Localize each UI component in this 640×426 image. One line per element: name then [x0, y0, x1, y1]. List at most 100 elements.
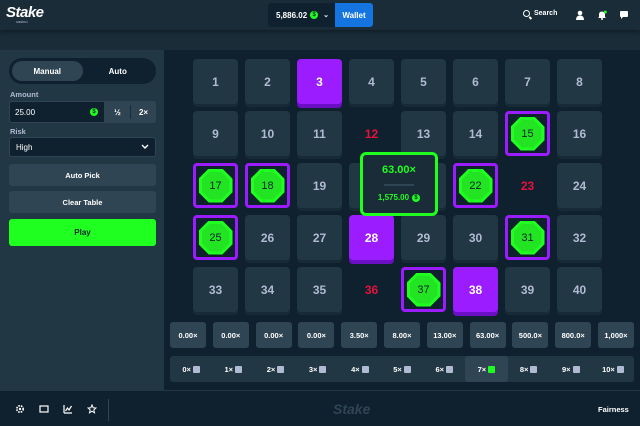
tile-36[interactable]: 36 — [349, 267, 394, 312]
hit-count-cell: 5× — [381, 356, 423, 382]
payout-amount: 1,575.00 — [377, 193, 410, 202]
tile-19[interactable]: 19 — [297, 163, 342, 208]
payout-cell: 500.0× — [512, 322, 549, 348]
search-button[interactable]: Search — [523, 10, 557, 17]
payout-cell: 0.00× — [212, 322, 249, 348]
tile-39[interactable]: 39 — [505, 267, 550, 312]
tile-number: 39 — [520, 282, 535, 297]
tile-38[interactable]: 38 — [453, 267, 498, 312]
tile-number: 10 — [260, 126, 275, 141]
tile-40[interactable]: 40 — [557, 267, 602, 312]
tile-11[interactable]: 11 — [297, 111, 342, 156]
amount-field[interactable]: $ — [9, 101, 105, 123]
tile-1[interactable]: 1 — [193, 59, 238, 104]
tile-7[interactable]: 7 — [505, 59, 550, 104]
tile-25[interactable]: 25 — [193, 215, 238, 260]
tile-number: 17 — [209, 179, 222, 192]
bet-controls-panel: Manual Auto Amount $ ½ 2× Risk High Auto… — [0, 50, 164, 390]
tile-number: 38 — [468, 282, 483, 297]
tile-28[interactable]: 28 — [349, 215, 394, 260]
tile-number: 2 — [264, 74, 271, 89]
risk-select[interactable]: High — [9, 137, 156, 157]
tile-number: 19 — [312, 178, 327, 193]
tile-35[interactable]: 35 — [297, 267, 342, 312]
footer-bar: Stake Fairness — [0, 390, 640, 426]
tile-26[interactable]: 26 — [245, 215, 290, 260]
tile-17[interactable]: 17 — [193, 163, 238, 208]
tile-8[interactable]: 8 — [557, 59, 602, 104]
tile-9[interactable]: 9 — [193, 111, 238, 156]
tab-auto[interactable]: Auto — [83, 61, 154, 81]
tile-15[interactable]: 15 — [505, 111, 550, 156]
hit-count-cell: 2× — [254, 356, 296, 382]
hit-count-cell: 0× — [170, 356, 212, 382]
tile-18[interactable]: 18 — [245, 163, 290, 208]
tile-33[interactable]: 33 — [193, 267, 238, 312]
tile-number: 4 — [368, 74, 375, 89]
footer-logo: Stake — [333, 401, 371, 417]
hit-count-label: 8× — [519, 364, 529, 374]
tile-23[interactable]: 23 — [505, 163, 550, 208]
tile-27[interactable]: 27 — [297, 215, 342, 260]
tab-manual[interactable]: Manual — [12, 61, 83, 81]
payout-cell: 800.0× — [555, 322, 592, 348]
hit-count-label: 9× — [562, 364, 571, 374]
gem-icon: 18 — [250, 168, 285, 203]
fairness-link[interactable]: Fairness — [598, 405, 629, 414]
hit-count-cell: 6× — [423, 356, 465, 382]
gem-marker-icon — [446, 365, 453, 373]
notifications-icon[interactable] — [597, 10, 607, 20]
stats-icon[interactable] — [63, 404, 73, 414]
tile-37[interactable]: 37 — [401, 267, 446, 312]
gem-icon: 17 — [198, 168, 233, 203]
user-icon[interactable] — [575, 10, 585, 20]
play-button[interactable]: Play — [9, 219, 156, 246]
tile-12[interactable]: 12 — [349, 111, 394, 156]
gem-marker-icon — [192, 365, 200, 373]
tile-31[interactable]: 31 — [505, 215, 550, 260]
tile-number: 7 — [524, 74, 531, 89]
hit-count-label: 5× — [393, 364, 402, 374]
tile-number: 34 — [260, 282, 275, 297]
hit-count-cell: 3× — [297, 356, 339, 382]
chevron-down-icon — [141, 144, 149, 149]
half-amount-button[interactable]: ½ — [105, 101, 130, 123]
tile-2[interactable]: 2 — [245, 59, 290, 104]
wallet-button[interactable]: Wallet — [335, 3, 373, 27]
gem-marker-icon — [572, 365, 580, 373]
tile-30[interactable]: 30 — [453, 215, 498, 260]
risk-value: High — [16, 142, 33, 152]
gem-marker-icon — [488, 365, 496, 373]
auto-pick-button[interactable]: Auto Pick — [9, 164, 156, 186]
tile-16[interactable]: 16 — [557, 111, 602, 156]
tile-34[interactable]: 34 — [245, 267, 290, 312]
tile-29[interactable]: 29 — [401, 215, 446, 260]
tile-6[interactable]: 6 — [453, 59, 498, 104]
payout-cell: 0.00× — [255, 322, 292, 348]
stake-logo[interactable]: Stake casino — [6, 4, 44, 24]
chevron-down-icon: ⌄ — [323, 12, 330, 19]
tile-32[interactable]: 32 — [557, 215, 602, 260]
tile-3[interactable]: 3 — [297, 59, 342, 104]
tile-5[interactable]: 5 — [401, 59, 446, 104]
chat-icon[interactable] — [619, 10, 629, 20]
favorite-icon[interactable] — [87, 404, 97, 414]
tile-4[interactable]: 4 — [349, 59, 394, 104]
gem-marker-icon — [277, 365, 285, 373]
settings-icon[interactable] — [15, 404, 25, 414]
theatre-mode-icon[interactable] — [39, 404, 49, 414]
amount-input[interactable] — [10, 102, 80, 123]
tile-22[interactable]: 22 — [453, 163, 498, 208]
hit-count-label: 0× — [182, 364, 191, 374]
tile-10[interactable]: 10 — [245, 111, 290, 156]
search-icon — [523, 10, 530, 17]
gem-icon: 15 — [510, 116, 545, 151]
clear-table-button[interactable]: Clear Table — [9, 191, 156, 213]
tile-13[interactable]: 13 — [401, 111, 446, 156]
tile-24[interactable]: 24 — [557, 163, 602, 208]
tile-14[interactable]: 14 — [453, 111, 498, 156]
hits-row: 0× 1× 2× 3× 4× 5× 6× 7× 8× 9× 10× — [170, 356, 634, 382]
hit-count-label: 4× — [351, 364, 360, 374]
balance-selector[interactable]: 5,886.02 $ ⌄ — [268, 3, 335, 27]
double-amount-button[interactable]: 2× — [131, 101, 156, 123]
